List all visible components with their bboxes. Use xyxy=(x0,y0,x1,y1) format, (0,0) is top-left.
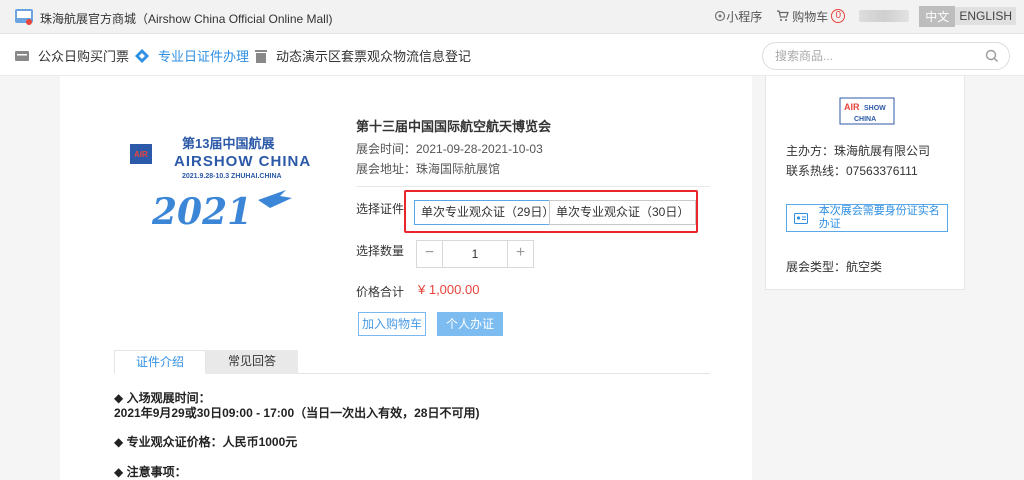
poster-badge: AIR xyxy=(134,150,148,159)
lang-cn-button[interactable]: 中文 xyxy=(919,5,956,27)
search-icon[interactable] xyxy=(985,49,999,63)
nav-item-label: 动态演示区套票观众物流信息登记 xyxy=(276,49,472,64)
add-to-cart-button[interactable]: 加入购物车 xyxy=(358,312,426,336)
organizer-panel: AIR SHOW CHINA 主办方：珠海航展有限公司 联系热线：0756337… xyxy=(765,76,965,290)
nav-item-logistics[interactable]: 动态演示区套票观众物流信息登记 xyxy=(254,46,471,65)
organizer-info: 主办方：珠海航展有限公司 xyxy=(786,144,931,158)
nav-bar: 公众日购买门票 专业日证件办理 动态演示区套票观众物流信息登记 xyxy=(0,34,1024,76)
mall-logo-icon xyxy=(15,9,33,25)
site-title: 珠海航展官方商城（Airshow China Official Online M… xyxy=(40,12,333,26)
quantity-plus-button[interactable]: + xyxy=(507,241,533,267)
exhibition-poster: AIR 第13届中国航展 AIRSHOW CHINA 2021.9.28-10.… xyxy=(108,114,348,240)
poster-line1: 第13届中国航展 xyxy=(182,136,275,151)
svg-text:SHOW: SHOW xyxy=(864,105,886,112)
notes-title: ◆ 注意事项： xyxy=(114,465,187,479)
top-bar-right: 小程序 购物车 0 中文 ENGLISH xyxy=(714,5,1016,27)
nav-item-label: 公众日购买门票 xyxy=(38,49,130,64)
exhibition-address: 展会地址：珠海国际航展馆 xyxy=(356,162,501,176)
price-total-value: ¥ 1,000.00 xyxy=(418,282,480,297)
top-bar: 珠海航展官方商城（Airshow China Official Online M… xyxy=(0,0,1024,34)
airshow-poster-image: AIR 第13届中国航展 AIRSHOW CHINA 2021.9.28-10.… xyxy=(130,136,311,233)
quantity-minus-button[interactable]: − xyxy=(417,241,443,267)
notice-text: 本次展会需要身份证实名办证 xyxy=(818,205,940,230)
lang-en-button[interactable]: ENGLISH xyxy=(955,7,1016,25)
price-total-label: 价格合计 xyxy=(356,285,405,299)
ticket-icon xyxy=(15,50,29,61)
poster-line2: AIRSHOW CHINA xyxy=(174,153,311,170)
poster-line3: 2021.9.28-10.3 ZHUHAI.CHINA xyxy=(182,173,282,180)
exhibition-title: 第十三届中国国际航空航天博览会 xyxy=(356,119,552,134)
cart-label: 购物车 xyxy=(792,9,829,24)
hotline-info: 联系热线：07563376111 xyxy=(786,164,918,178)
id-required-notice[interactable]: 本次展会需要身份证实名办证 xyxy=(786,204,948,232)
cart-count-badge: 0 xyxy=(831,9,846,23)
nav-item-label: 专业日证件办理 xyxy=(158,49,250,64)
exhibition-time: 展会时间：2021-09-28-2021-10-03 xyxy=(356,142,543,156)
quantity-input[interactable] xyxy=(443,241,507,267)
airshow-logo-icon: AIR SHOW CHINA xyxy=(839,97,895,125)
choose-pass-label: 选择证件 xyxy=(356,202,405,216)
category-info: 展会类型：航空类 xyxy=(786,260,883,274)
pass-option-29[interactable]: 单次专业观众证（29日） xyxy=(414,200,562,225)
tab-pass-intro[interactable]: 证件介绍 xyxy=(114,350,206,374)
diamond-icon xyxy=(135,48,149,63)
price-info: ◆ 专业观众证价格：人民币1000元 xyxy=(114,435,298,449)
trash-icon xyxy=(255,49,267,63)
pass-option-30[interactable]: 单次专业观众证（30日） xyxy=(549,200,697,225)
miniapp-icon xyxy=(715,10,726,22)
quantity-label: 选择数量 xyxy=(356,244,405,258)
search-box[interactable] xyxy=(762,42,1010,70)
divider xyxy=(356,186,710,187)
svg-text:CHINA: CHINA xyxy=(854,116,876,123)
cart-icon xyxy=(777,10,790,21)
detail-tabs: 证件介绍 常见回答 xyxy=(114,350,710,374)
search-input[interactable] xyxy=(775,48,975,64)
pass-options-highlight: 单次专业观众证（29日） 单次专业观众证（30日） xyxy=(404,190,698,233)
cart-link[interactable]: 购物车 0 xyxy=(776,8,846,25)
quantity-stepper: − + xyxy=(416,240,534,268)
id-card-icon xyxy=(791,205,811,231)
entry-time-value: 2021年9月29或30日09:00 - 17:00（当日一次出入有效，28日不… xyxy=(114,406,480,420)
poster-year: 2021 xyxy=(151,191,252,233)
product-panel: AIR 第13届中国航展 AIRSHOW CHINA 2021.9.28-10.… xyxy=(60,76,752,480)
nav-item-pro-pass[interactable]: 专业日证件办理 xyxy=(134,46,249,65)
personal-apply-button[interactable]: 个人办证 xyxy=(437,312,503,336)
nav-item-public-tickets[interactable]: 公众日购买门票 xyxy=(14,46,129,65)
svg-text:AIR: AIR xyxy=(844,102,860,112)
miniapp-link[interactable]: 小程序 xyxy=(714,8,762,25)
tab-faq[interactable]: 常见回答 xyxy=(206,350,298,374)
miniapp-label: 小程序 xyxy=(726,9,763,24)
user-account-blurred[interactable] xyxy=(859,10,910,22)
